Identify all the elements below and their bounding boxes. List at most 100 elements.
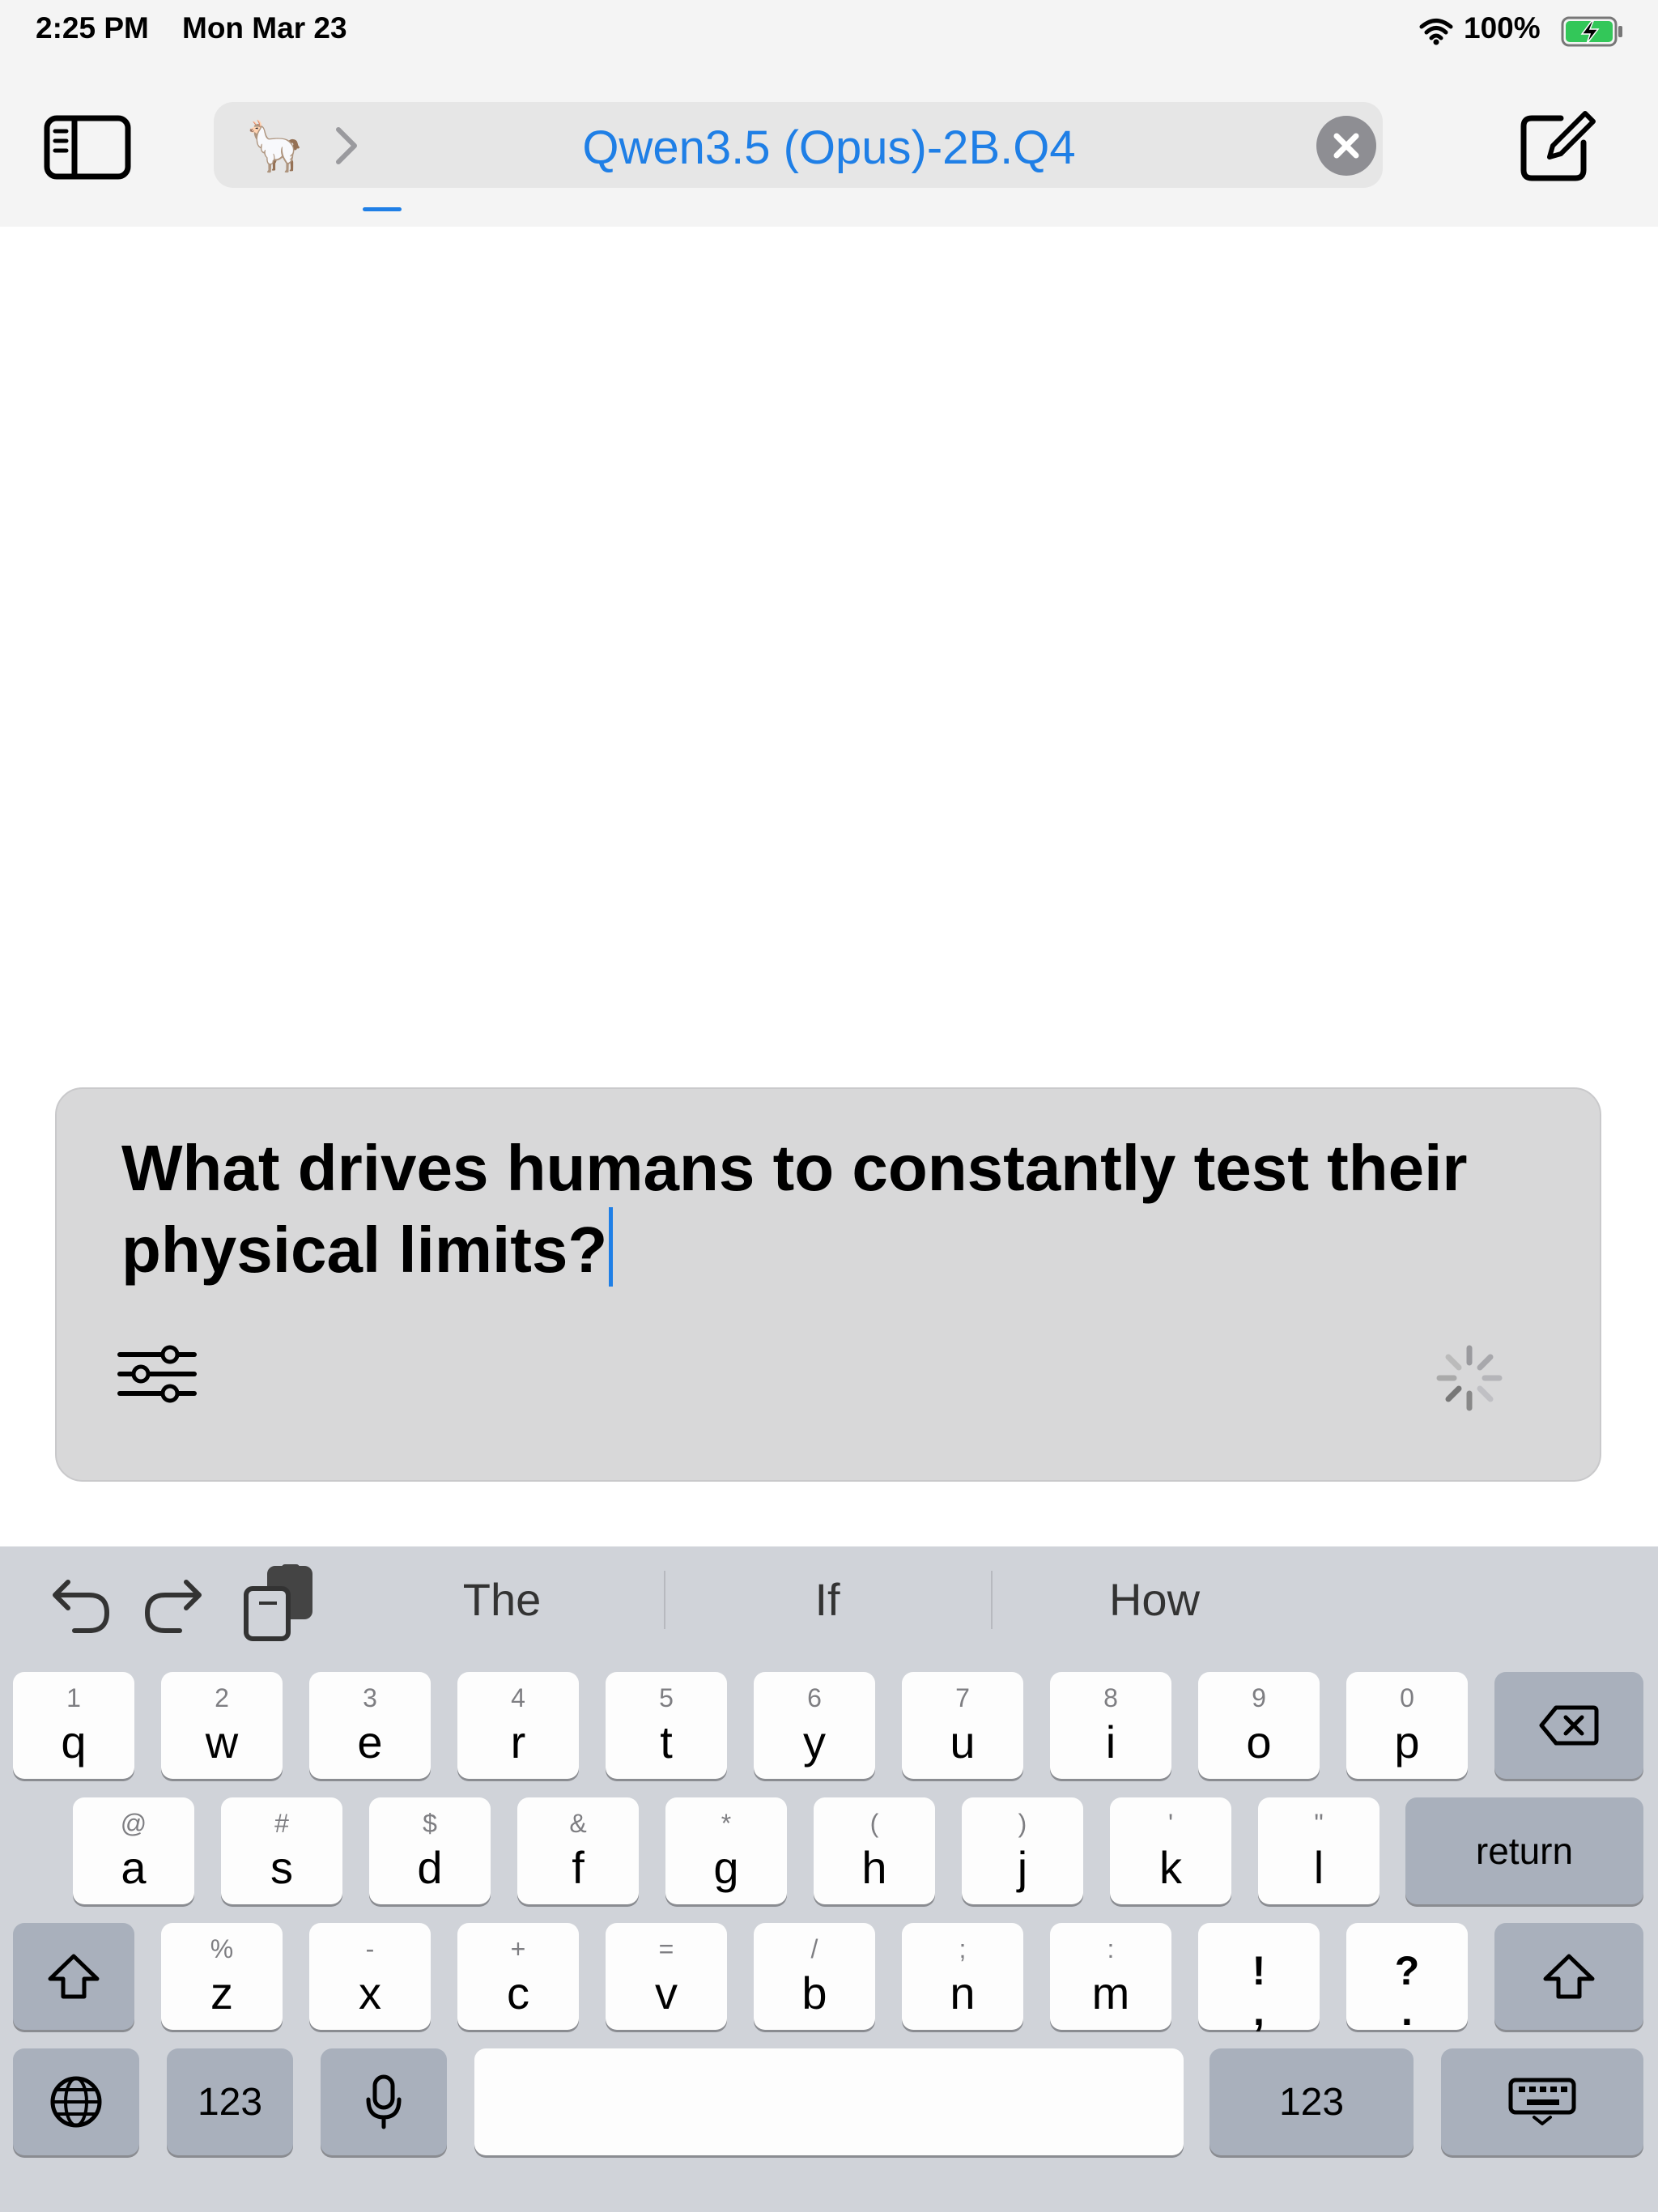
key-x[interactable]: -x — [309, 1923, 431, 2030]
key-a[interactable]: @ a — [73, 1797, 194, 1904]
key-exclamation-comma[interactable]: !, — [1198, 1923, 1320, 2034]
key-label: r — [510, 1716, 526, 1767]
dismiss-keyboard-key[interactable] — [1441, 2048, 1643, 2155]
key-o[interactable]: 9o — [1198, 1672, 1320, 1779]
key-hint: & — [569, 1809, 587, 1838]
tab-indicator — [363, 207, 402, 211]
nav-bar: 🦙 Qwen3.5 (Opus)-2B.Q4 — [0, 65, 1658, 227]
key-k[interactable]: ' k — [1110, 1797, 1231, 1904]
key-m[interactable]: :m — [1050, 1923, 1171, 2030]
paste-button[interactable] — [241, 1564, 316, 1646]
redo-button[interactable] — [141, 1571, 214, 1640]
numbers-key-right[interactable]: 123 — [1209, 2048, 1414, 2155]
clipboard-icon — [244, 1564, 312, 1641]
key-z[interactable]: % z — [161, 1923, 283, 2030]
suggestion-1[interactable]: The — [340, 1568, 664, 1632]
return-key[interactable]: return — [1405, 1797, 1643, 1904]
numbers-label: 123 — [197, 2080, 263, 2124]
redo-icon — [144, 1580, 202, 1633]
key-hint: " — [1314, 1809, 1324, 1838]
key-w[interactable]: 2w — [161, 1672, 283, 1779]
model-name[interactable]: Qwen3.5 (Opus)-2B.Q4 — [582, 120, 1075, 177]
key-c[interactable]: + c — [457, 1923, 579, 2030]
key-label: l — [1313, 1842, 1324, 1893]
key-hint: 3 — [363, 1683, 377, 1712]
globe-key[interactable] — [13, 2048, 139, 2155]
key-label: b — [801, 1967, 827, 2018]
key-i[interactable]: 8i — [1050, 1672, 1171, 1779]
key-hint: : — [1107, 1934, 1115, 1963]
numbers-label: 123 — [1278, 2080, 1345, 2124]
suggestion-3[interactable]: How — [993, 1568, 1316, 1632]
key-label: m — [1091, 1967, 1130, 2018]
delete-key[interactable] — [1494, 1672, 1643, 1779]
key-question-period[interactable]: ?. — [1346, 1923, 1468, 2034]
key-hint: ; — [959, 1934, 967, 1963]
key-g[interactable]: * g — [665, 1797, 787, 1904]
key-label: g — [713, 1842, 739, 1893]
key-f[interactable]: & f — [517, 1797, 639, 1904]
key-b[interactable]: / b — [754, 1923, 875, 2030]
key-hint: / — [810, 1934, 818, 1963]
key-e[interactable]: 3e — [309, 1672, 431, 1779]
space-key[interactable] — [474, 2048, 1184, 2155]
key-hint: ( — [869, 1809, 879, 1838]
battery-percent: 100% — [1464, 11, 1541, 45]
key-label: x — [359, 1967, 381, 2018]
settings-button[interactable] — [117, 1342, 198, 1406]
key-hint: ) — [1018, 1809, 1027, 1838]
key-label: v — [655, 1967, 678, 2018]
key-y[interactable]: 6y — [754, 1672, 875, 1779]
key-label: c — [507, 1967, 529, 2018]
key-v[interactable]: = v — [606, 1923, 727, 2030]
key-n[interactable]: ; n — [902, 1923, 1023, 2030]
clear-button[interactable] — [1316, 116, 1376, 176]
suggestion-2[interactable]: If — [665, 1568, 989, 1632]
key-hint: 2 — [215, 1683, 229, 1712]
key-r[interactable]: 4r — [457, 1672, 579, 1779]
key-hint: 1 — [66, 1683, 81, 1712]
key-p[interactable]: 0p — [1346, 1672, 1468, 1779]
key-s[interactable]: # s — [221, 1797, 342, 1904]
prompt-input[interactable]: What drives humans to constantly test th… — [121, 1129, 1546, 1289]
key-l[interactable]: " l — [1258, 1797, 1380, 1904]
key-label: y — [803, 1716, 826, 1767]
key-d[interactable]: $ d — [369, 1797, 491, 1904]
key-u[interactable]: 7u — [902, 1672, 1023, 1779]
undo-button[interactable] — [40, 1571, 113, 1640]
prompt-input-card[interactable]: What drives humans to constantly test th… — [55, 1087, 1601, 1482]
globe-icon — [13, 2048, 139, 2155]
key-label: k — [1159, 1842, 1182, 1893]
key-label: s — [270, 1842, 293, 1893]
numbers-key[interactable]: 123 — [167, 2048, 293, 2155]
delete-icon — [1494, 1672, 1643, 1779]
status-date: Mon Mar 23 — [182, 11, 347, 45]
key-label: u — [950, 1716, 976, 1767]
key-label: n — [950, 1967, 976, 2018]
loading-spinner-icon — [1433, 1342, 1506, 1414]
key-hint: 7 — [955, 1683, 970, 1712]
settings-sliders-icon — [117, 1345, 197, 1403]
key-hint: 5 — [659, 1683, 674, 1712]
shift-key-right[interactable] — [1494, 1923, 1643, 2030]
key-label: h — [861, 1842, 887, 1893]
microphone-icon — [321, 2048, 447, 2155]
key-q[interactable]: 1q — [13, 1672, 134, 1779]
status-time: 2:25 PM — [36, 11, 149, 45]
battery-charging-icon — [1561, 15, 1626, 53]
key-hint: 6 — [807, 1683, 822, 1712]
keyboard: The If How 1 q 2 w 3 e 4 r 5 t 6 y 7 u 8 i 9 o 0 p @ a # s $ d & f *… — [0, 1546, 1658, 2212]
key-hint: ' — [1167, 1809, 1174, 1838]
key-label: p — [1394, 1716, 1420, 1767]
key-hint: $ — [423, 1809, 437, 1838]
compose-button[interactable] — [1519, 110, 1598, 183]
key-label: a — [121, 1842, 147, 1893]
key-t[interactable]: 5t — [606, 1672, 727, 1779]
dictation-key[interactable] — [321, 2048, 447, 2155]
shift-key-left[interactable] — [13, 1923, 134, 2030]
key-h[interactable]: (h — [814, 1797, 935, 1904]
key-label: f — [572, 1842, 585, 1893]
clear-icon — [1333, 133, 1359, 159]
text-caret — [609, 1207, 614, 1287]
key-j[interactable]: ) j — [962, 1797, 1083, 1904]
